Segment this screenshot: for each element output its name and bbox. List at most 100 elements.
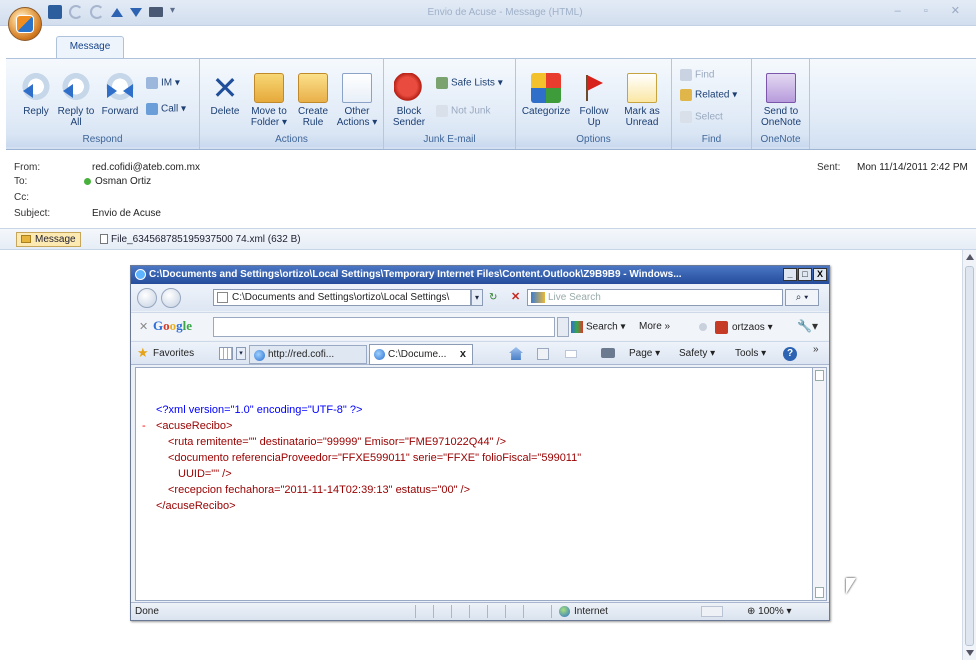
google-search-label: Search	[586, 321, 618, 333]
follow-up-flag-icon	[579, 73, 609, 103]
to-recipient[interactable]: Osman Ortiz	[84, 176, 151, 187]
other-actions-button[interactable]: Other Actions ▾	[334, 73, 380, 128]
browser-status-bar: Done Internet ⊕ 100% ▾	[131, 602, 829, 620]
more-commands-icon: »	[813, 344, 819, 355]
follow-up-label: Follow Up	[579, 106, 609, 128]
reply-all-label: Reply to All	[57, 106, 95, 128]
send-to-onenote-button[interactable]: Send to OneNote	[756, 73, 806, 128]
address-dropdown-icon: ▾	[471, 289, 483, 306]
forward-button[interactable]: Forward	[96, 73, 144, 117]
create-rule-button[interactable]: Create Rule	[292, 73, 334, 128]
message-tab[interactable]: Message	[16, 232, 81, 247]
categorize-icon	[531, 73, 561, 103]
delete-button[interactable]: ✕ Delete	[204, 69, 246, 117]
status-divider	[523, 605, 524, 618]
google-status-icon	[699, 323, 707, 331]
junk-email-group-label: Junk E-mail	[384, 133, 515, 147]
window-controls[interactable]: – ▫ ✕	[895, 4, 970, 17]
google-search-button: Search ▾	[571, 321, 626, 333]
im-icon	[146, 77, 158, 89]
reply-button[interactable]: Reply	[12, 73, 60, 117]
related-button[interactable]: Related ▾	[680, 89, 737, 101]
safe-lists-button[interactable]: Safe Lists ▾	[436, 77, 503, 89]
attachment-file-name: File_634568785195937500 74.xml (632 B)	[111, 234, 301, 245]
block-sender-button[interactable]: Block Sender	[388, 73, 430, 128]
select-button[interactable]: Select	[680, 111, 723, 123]
categorize-label: Categorize	[521, 106, 571, 117]
home-icon	[509, 347, 523, 360]
junk-email-group: Block Sender Safe Lists ▾ Not Junk Junk …	[384, 59, 516, 149]
reply-all-button[interactable]: Reply to All	[54, 73, 98, 128]
redo-icon[interactable]	[90, 5, 104, 19]
address-row: C:\Documents and Settings\ortizo\Local S…	[131, 285, 829, 311]
follow-up-button[interactable]: Follow Up	[572, 73, 616, 128]
browser-tab-1-label: http://red.cofi...	[268, 349, 335, 360]
select-icon	[680, 111, 692, 123]
options-group-label: Options	[516, 133, 671, 147]
collapse-marker: -	[142, 420, 146, 432]
live-search-box: Live Search	[527, 289, 783, 306]
scroll-down-icon	[815, 587, 824, 598]
next-item-icon[interactable]	[130, 7, 142, 17]
live-search-icon	[531, 292, 545, 303]
forward-nav-icon	[161, 288, 181, 308]
xml-declaration: <?xml version="1.0" encoding="UTF-8" ?>	[156, 404, 363, 416]
find-button[interactable]: Find	[680, 69, 714, 81]
call-button[interactable]: Call ▾	[146, 103, 186, 115]
previous-item-icon[interactable]	[111, 7, 123, 17]
page-menu: Page ▾	[629, 348, 661, 359]
delete-icon: ✕	[211, 69, 239, 107]
save-icon[interactable]	[48, 5, 62, 19]
categorize-button[interactable]: Categorize	[520, 73, 572, 117]
delete-label: Delete	[210, 106, 240, 117]
scroll-thumb[interactable]	[965, 266, 974, 646]
im-button[interactable]: IM ▾	[146, 77, 180, 89]
onenote-group: Send to OneNote OneNote	[752, 59, 810, 149]
other-actions-icon	[342, 73, 372, 103]
move-to-folder-button[interactable]: Move to Folder ▾	[246, 73, 292, 128]
forward-label: Forward	[101, 106, 139, 117]
office-button[interactable]	[8, 7, 42, 41]
call-label: Call	[161, 103, 179, 115]
message-tab-label: Message	[35, 234, 76, 245]
favorites-star-icon: ★	[137, 345, 149, 360]
find-group: Find Related ▾ Select Find	[672, 59, 752, 149]
ie-icon	[135, 269, 146, 280]
scroll-down-icon[interactable]	[966, 650, 974, 656]
browser-title-bar: C:\Documents and Settings\ortizo\Local S…	[131, 266, 829, 284]
sent-label: Sent:	[817, 162, 841, 173]
from-value[interactable]: red.cofidi@ateb.com.mx	[92, 162, 200, 173]
status-divider	[505, 605, 506, 618]
respond-group: Reply Reply to All Forward IM ▾ Call ▾ R…	[6, 59, 200, 149]
print-icon[interactable]	[149, 7, 163, 17]
attachment-file[interactable]: File_634568785195937500 74.xml (632 B)	[100, 234, 301, 245]
body-scrollbar[interactable]	[962, 250, 976, 660]
reply-all-icon	[61, 73, 91, 103]
onenote-icon	[766, 73, 796, 103]
zoom-value: 100%	[758, 606, 784, 617]
mark-as-unread-button[interactable]: Mark as Unread	[618, 73, 666, 128]
tab-message[interactable]: Message	[56, 36, 124, 58]
favorites-label: Favorites	[153, 348, 195, 359]
scroll-up-icon	[815, 370, 824, 381]
scroll-up-icon[interactable]	[966, 254, 974, 260]
actions-group-label: Actions	[200, 133, 383, 147]
web-page-icon	[374, 349, 385, 360]
customize-toolbar-icon[interactable]: ▾	[170, 5, 184, 19]
create-rule-icon	[298, 73, 328, 103]
not-junk-button[interactable]: Not Junk	[436, 105, 490, 117]
help-icon: ?	[783, 347, 797, 361]
block-sender-icon	[394, 73, 424, 103]
subject-label: Subject:	[14, 208, 51, 219]
xml-scrollbar	[813, 367, 827, 601]
find-group-label: Find	[672, 133, 751, 147]
xml-ruta: <ruta remitente="" destinatario="99999" …	[168, 436, 507, 448]
tools-menu: Tools ▾	[735, 348, 767, 359]
google-more-button: More »	[639, 321, 671, 332]
security-zone-label: Internet	[574, 606, 608, 618]
browser-screenshot: C:\Documents and Settings\ortizo\Local S…	[130, 265, 830, 621]
undo-icon[interactable]	[69, 5, 83, 19]
status-divider	[551, 605, 552, 618]
favorites-bar: ★ Favorites ▾ http://red.cofi... C:\Docu…	[131, 341, 829, 365]
minimize-button: _	[783, 268, 797, 281]
